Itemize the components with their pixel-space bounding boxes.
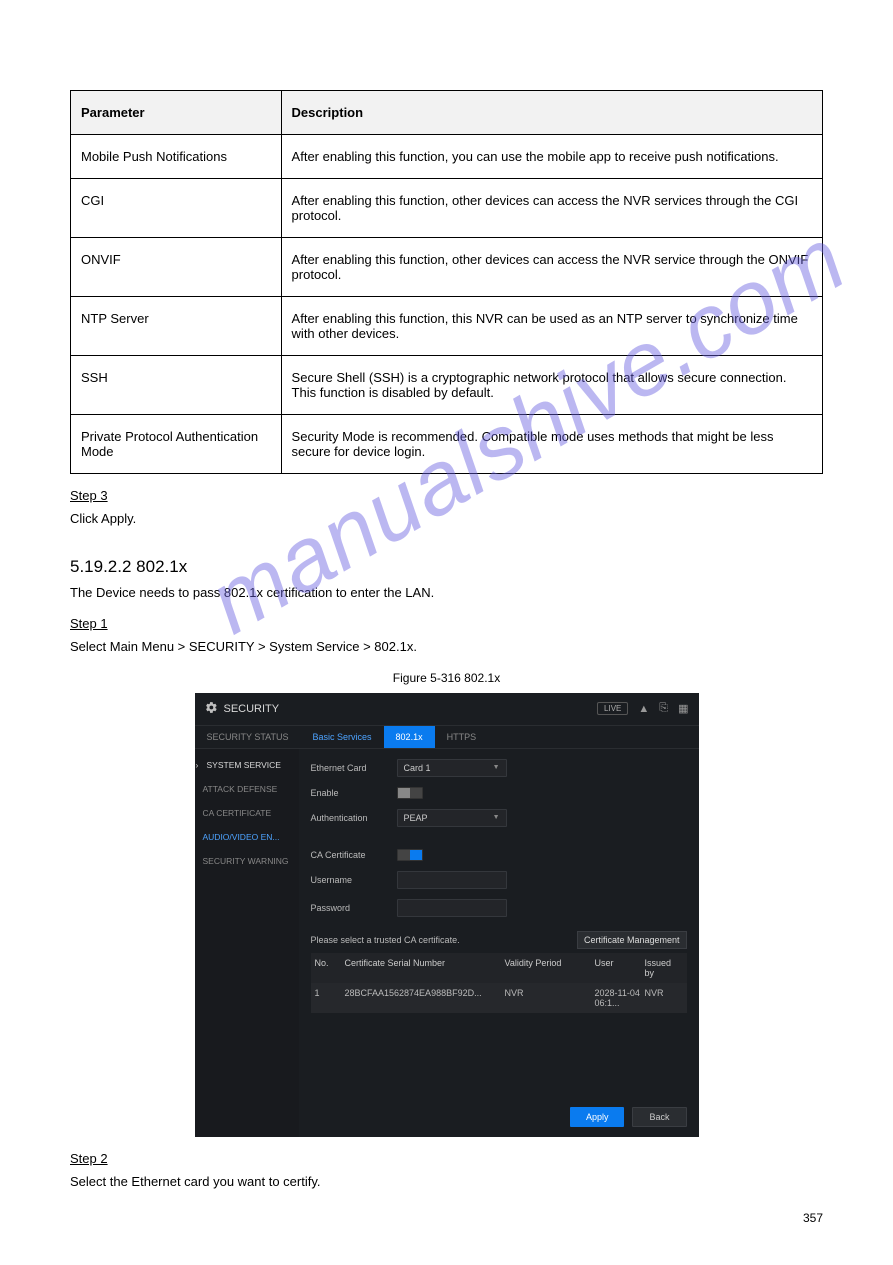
row-ca-certificate: CA Certificate <box>311 849 687 861</box>
ca-certificate-toggle[interactable] <box>397 849 423 861</box>
authentication-label: Authentication <box>311 813 397 823</box>
cell-param: Private Protocol Authentication Mode <box>71 415 282 474</box>
panel-title-text: SECURITY <box>224 703 280 715</box>
row-ethernet-card: Ethernet Card Card 1 ▼ <box>311 759 687 777</box>
grid-icon[interactable]: ▦ <box>678 702 688 715</box>
col-header-no: No. <box>315 958 345 978</box>
cell-desc: After enabling this function, this NVR c… <box>281 297 822 356</box>
panel-header: SECURITY LIVE ▲ ⎘ ▦ <box>195 693 699 726</box>
certificate-table: No. Certificate Serial Number Validity P… <box>311 953 687 1013</box>
col-header-issued: Issued by <box>645 958 683 978</box>
tab-security-status[interactable]: SECURITY STATUS <box>195 726 301 748</box>
panel-body: SYSTEM SERVICE ATTACK DEFENSE CA CERTIFI… <box>195 749 699 1137</box>
cert-table-header: No. Certificate Serial Number Validity P… <box>311 953 687 983</box>
chevron-down-icon: ▼ <box>493 814 500 821</box>
section-body: The Device needs to pass 802.1x certific… <box>70 583 823 603</box>
page-number: 357 <box>70 1211 823 1225</box>
username-input[interactable] <box>397 871 507 889</box>
cell-issued: NVR <box>645 988 683 1008</box>
enable-label: Enable <box>311 788 397 798</box>
figure-caption: Figure 5-316 802.1x <box>70 671 823 685</box>
authentication-select[interactable]: PEAP ▼ <box>397 809 507 827</box>
authentication-value: PEAP <box>404 813 428 823</box>
export-icon[interactable]: ⎘ <box>659 702 668 715</box>
table-row: CGI After enabling this function, other … <box>71 179 823 238</box>
cert-table-row[interactable]: 1 28BCFAA1562874EA988BF92D... NVR 2028-1… <box>311 983 687 1013</box>
step3-body: Click Apply. <box>70 509 823 529</box>
table-row: SSH Secure Shell (SSH) is a cryptographi… <box>71 356 823 415</box>
row-authentication: Authentication PEAP ▼ <box>311 809 687 827</box>
col-header-user: User <box>595 958 645 978</box>
user-icon[interactable]: ▲ <box>638 703 649 715</box>
hint-row: Please select a trusted CA certificate. … <box>311 931 687 949</box>
table-header-parameter: Parameter <box>71 91 282 135</box>
row-password: Password <box>311 899 687 917</box>
ethernet-label: Ethernet Card <box>311 763 397 773</box>
tab-bar: SECURITY STATUS Basic Services 802.1x HT… <box>195 726 699 749</box>
cell-param: Mobile Push Notifications <box>71 135 282 179</box>
chevron-down-icon: ▼ <box>493 764 500 771</box>
tab-basic-services[interactable]: Basic Services <box>301 726 384 748</box>
cell-desc: After enabling this function, other devi… <box>281 238 822 297</box>
page-container: Parameter Description Mobile Push Notifi… <box>0 0 893 1265</box>
col-header-serial: Certificate Serial Number <box>345 958 505 978</box>
cell-param: SSH <box>71 356 282 415</box>
cell-desc: After enabling this function, you can us… <box>281 135 822 179</box>
step1-heading: Step 1 <box>70 616 108 631</box>
sidebar-item-attack-defense[interactable]: ATTACK DEFENSE <box>195 777 299 801</box>
enable-toggle[interactable] <box>397 787 423 799</box>
table-row: Private Protocol Authentication Mode Sec… <box>71 415 823 474</box>
step3-heading: Step 3 <box>70 488 108 503</box>
sidebar-item-ca-certificate[interactable]: CA CERTIFICATE <box>195 801 299 825</box>
step2-body: Select the Ethernet card you want to cer… <box>70 1172 823 1192</box>
tab-https[interactable]: HTTPS <box>435 726 489 748</box>
apply-button[interactable]: Apply <box>570 1107 625 1127</box>
sidebar-item-system-service[interactable]: SYSTEM SERVICE <box>195 753 299 777</box>
username-label: Username <box>311 875 397 885</box>
step1-body: Select Main Menu > SECURITY > System Ser… <box>70 637 823 657</box>
cell-param: ONVIF <box>71 238 282 297</box>
gear-icon <box>205 701 218 717</box>
col-header-validity: Validity Period <box>505 958 595 978</box>
password-input[interactable] <box>397 899 507 917</box>
table-row: Mobile Push Notifications After enabling… <box>71 135 823 179</box>
header-right-icons: LIVE ▲ ⎘ ▦ <box>597 702 688 715</box>
parameter-table: Parameter Description Mobile Push Notifi… <box>70 90 823 474</box>
cell-validity: NVR <box>505 988 595 1008</box>
table-row: NTP Server After enabling this function,… <box>71 297 823 356</box>
table-row: ONVIF After enabling this function, othe… <box>71 238 823 297</box>
row-username: Username <box>311 871 687 889</box>
ethernet-card-select[interactable]: Card 1 ▼ <box>397 759 507 777</box>
tab-802-1x[interactable]: 802.1x <box>384 726 435 748</box>
cell-param: NTP Server <box>71 297 282 356</box>
section-title: 5.19.2.2 802.1x <box>70 557 823 577</box>
panel-title-area: SECURITY <box>205 701 280 717</box>
main-form-area: Ethernet Card Card 1 ▼ Enable Authentica… <box>299 749 699 1137</box>
cell-desc: After enabling this function, other devi… <box>281 179 822 238</box>
ca-certificate-label: CA Certificate <box>311 850 397 860</box>
ethernet-value: Card 1 <box>404 763 431 773</box>
table-header-description: Description <box>281 91 822 135</box>
security-panel: SECURITY LIVE ▲ ⎘ ▦ SECURITY STATUS Basi… <box>195 693 699 1137</box>
live-badge[interactable]: LIVE <box>597 702 628 715</box>
cell-desc: Secure Shell (SSH) is a cryptographic ne… <box>281 356 822 415</box>
cell-desc: Security Mode is recommended. Compatible… <box>281 415 822 474</box>
footer-buttons: Apply Back <box>570 1107 687 1127</box>
cell-serial: 28BCFAA1562874EA988BF92D... <box>345 988 505 1008</box>
cell-no: 1 <box>315 988 345 1008</box>
certificate-management-button[interactable]: Certificate Management <box>577 931 687 949</box>
sidebar: SYSTEM SERVICE ATTACK DEFENSE CA CERTIFI… <box>195 749 299 1137</box>
sidebar-item-security-warning[interactable]: SECURITY WARNING <box>195 849 299 873</box>
step2-heading: Step 2 <box>70 1151 108 1166</box>
cell-param: CGI <box>71 179 282 238</box>
cell-user: 2028-11-04 06:1... <box>595 988 645 1008</box>
row-enable: Enable <box>311 787 687 799</box>
sidebar-item-audio-video[interactable]: AUDIO/VIDEO EN... <box>195 825 299 849</box>
hint-text: Please select a trusted CA certificate. <box>311 935 460 945</box>
back-button[interactable]: Back <box>632 1107 686 1127</box>
password-label: Password <box>311 903 397 913</box>
